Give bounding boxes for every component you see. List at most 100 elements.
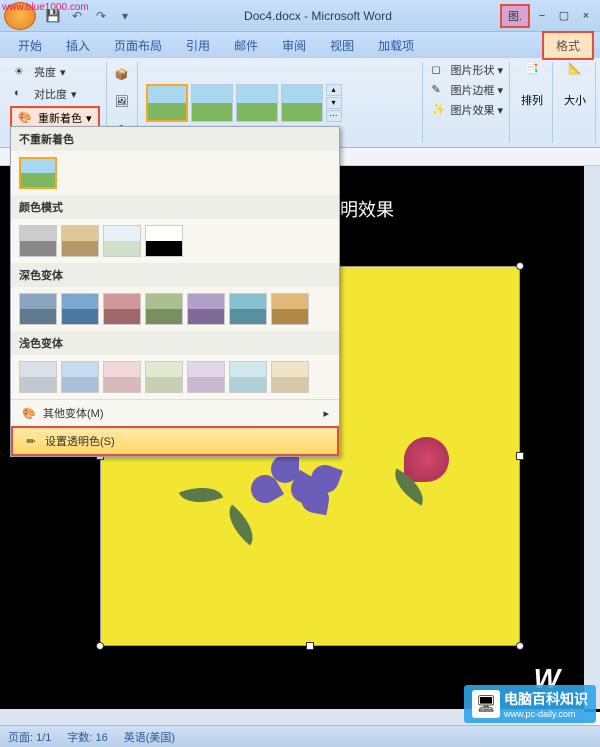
restore-button[interactable]: ▢	[554, 7, 574, 25]
tab-addins[interactable]: 加载项	[366, 33, 426, 58]
thumb-dark-4[interactable]	[145, 293, 183, 325]
palette-icon: 🎨	[21, 405, 37, 421]
set-transparent-label: 设置透明色(S)	[45, 433, 115, 449]
contrast-label: 对比度	[34, 86, 67, 102]
brightness-label: 亮度	[34, 64, 56, 80]
size-label: 大小	[564, 92, 586, 108]
style-thumb-2[interactable]	[191, 84, 233, 122]
watermark-top-left: www.blue1000.com	[2, 2, 89, 13]
document-title: Doc4.docx - Microsoft Word	[136, 9, 500, 23]
brightness-button[interactable]: ☀ 亮度 ▾	[10, 62, 100, 82]
minimize-button[interactable]: −	[532, 7, 552, 25]
thumb-sepia[interactable]	[61, 225, 99, 257]
watermark-text: 电脑百科知识	[504, 691, 588, 707]
watermark-bottom-right: 🖥 电脑百科知识 www.pc-daily.com	[464, 685, 596, 723]
thumb-grayscale[interactable]	[19, 225, 57, 257]
color-mode-thumbs	[11, 219, 339, 263]
style-thumb-4[interactable]	[281, 84, 323, 122]
tab-format[interactable]: 格式	[542, 31, 594, 60]
set-transparent-item[interactable]: ✏ 设置透明色(S)	[11, 426, 339, 456]
window-buttons: − ▢ ×	[532, 7, 596, 25]
status-bar: 页面: 1/1 字数: 16 英语(美国)	[0, 725, 600, 747]
recolor-label: 重新着色	[38, 110, 82, 126]
tab-home[interactable]: 开始	[6, 33, 54, 58]
thumb-light-2[interactable]	[61, 361, 99, 393]
close-button[interactable]: ×	[576, 7, 596, 25]
arrange-label: 排列	[521, 92, 543, 108]
style-thumb-1[interactable]	[146, 84, 188, 122]
picture-effects-button[interactable]: ✨图片效果 ▾	[431, 102, 503, 118]
title-bar: 💾 ↶ ↷ ▾ Doc4.docx - Microsoft Word 图. − …	[0, 0, 600, 32]
thumb-light-4[interactable]	[145, 361, 183, 393]
style-gallery: ▴ ▾ ⋯	[146, 84, 342, 122]
size-group: 📐 大小	[555, 62, 596, 143]
arrange-icon[interactable]: 📑	[518, 62, 546, 90]
thumb-dark-3[interactable]	[103, 293, 141, 325]
monitor-icon: 🖥	[472, 690, 500, 718]
light-variation-thumbs	[11, 355, 339, 399]
gallery-down-icon[interactable]: ▾	[326, 97, 342, 109]
picture-border-button[interactable]: ✎图片边框 ▾	[431, 82, 503, 98]
status-language[interactable]: 英语(美国)	[124, 729, 175, 745]
thumb-light-7[interactable]	[271, 361, 309, 393]
tab-layout[interactable]: 页面布局	[102, 33, 174, 58]
ribbon-tabs: 开始 插入 页面布局 引用 邮件 审阅 视图 加载项 格式	[0, 32, 600, 58]
tab-review[interactable]: 审阅	[270, 33, 318, 58]
section-light-variations: 浅色变体	[11, 331, 339, 355]
tab-mailings[interactable]: 邮件	[222, 33, 270, 58]
size-icon[interactable]: 📐	[561, 62, 589, 90]
gallery-more-icon[interactable]: ⋯	[326, 110, 342, 122]
thumb-light-1[interactable]	[19, 361, 57, 393]
dark-variation-thumbs	[11, 287, 339, 331]
resize-handle-br[interactable]	[516, 642, 524, 650]
resize-handle-bm[interactable]	[306, 642, 314, 650]
qat-dropdown-icon[interactable]: ▾	[114, 5, 136, 27]
pencil-icon: ✏	[23, 433, 39, 449]
thumb-dark-2[interactable]	[61, 293, 99, 325]
no-recolor-thumbs	[11, 151, 339, 195]
tab-view[interactable]: 视图	[318, 33, 366, 58]
thumb-dark-6[interactable]	[229, 293, 267, 325]
thumb-blackwhite[interactable]	[145, 225, 183, 257]
section-color-modes: 颜色模式	[11, 195, 339, 219]
section-dark-variations: 深色变体	[11, 263, 339, 287]
section-no-recolor: 不重新着色	[11, 127, 339, 151]
shape-icon: ◻	[431, 63, 447, 77]
thumb-original[interactable]	[19, 157, 57, 189]
thumb-washout[interactable]	[103, 225, 141, 257]
flower-graphic-purple	[251, 455, 351, 535]
vertical-scrollbar[interactable]	[584, 166, 600, 709]
redo-icon[interactable]: ↷	[90, 5, 112, 27]
picture-tools-context-label: 图.	[500, 4, 530, 28]
compress-icon[interactable]: 📦	[115, 68, 131, 82]
leaf-graphic-2	[179, 479, 223, 511]
submenu-arrow-icon: ▸	[323, 407, 329, 420]
thumb-dark-5[interactable]	[187, 293, 225, 325]
resize-handle-tr[interactable]	[516, 262, 524, 270]
contrast-icon: ◐	[14, 87, 30, 101]
thumb-dark-1[interactable]	[19, 293, 57, 325]
tab-insert[interactable]: 插入	[54, 33, 102, 58]
contrast-button[interactable]: ◐ 对比度 ▾	[10, 84, 100, 104]
style-thumb-3[interactable]	[236, 84, 278, 122]
gallery-up-icon[interactable]: ▴	[326, 84, 342, 96]
thumb-light-6[interactable]	[229, 361, 267, 393]
thumb-light-3[interactable]	[103, 361, 141, 393]
status-page[interactable]: 页面: 1/1	[8, 729, 51, 745]
thumb-light-5[interactable]	[187, 361, 225, 393]
resize-handle-mr[interactable]	[516, 452, 524, 460]
recolor-dropdown: 不重新着色 颜色模式 深色变体 浅色变体 🎨 其他变体(M) ▸ ✏ 设置透明色…	[10, 126, 340, 457]
thumb-dark-7[interactable]	[271, 293, 309, 325]
picture-shape-button[interactable]: ◻图片形状 ▾	[431, 62, 503, 78]
effects-icon: ✨	[431, 103, 447, 117]
status-words[interactable]: 字数: 16	[67, 729, 107, 745]
shape-options-group: ◻图片形状 ▾ ✎图片边框 ▾ ✨图片效果 ▾	[425, 62, 510, 143]
tab-references[interactable]: 引用	[174, 33, 222, 58]
resize-handle-bl[interactable]	[96, 642, 104, 650]
change-picture-icon[interactable]: 🖼	[115, 95, 131, 109]
arrange-group: 📑 排列	[512, 62, 553, 143]
recolor-icon: 🎨	[18, 111, 34, 125]
flower-graphic-rose	[404, 437, 449, 482]
gallery-scroll: ▴ ▾ ⋯	[326, 84, 342, 122]
more-variations-item[interactable]: 🎨 其他变体(M) ▸	[11, 399, 339, 426]
